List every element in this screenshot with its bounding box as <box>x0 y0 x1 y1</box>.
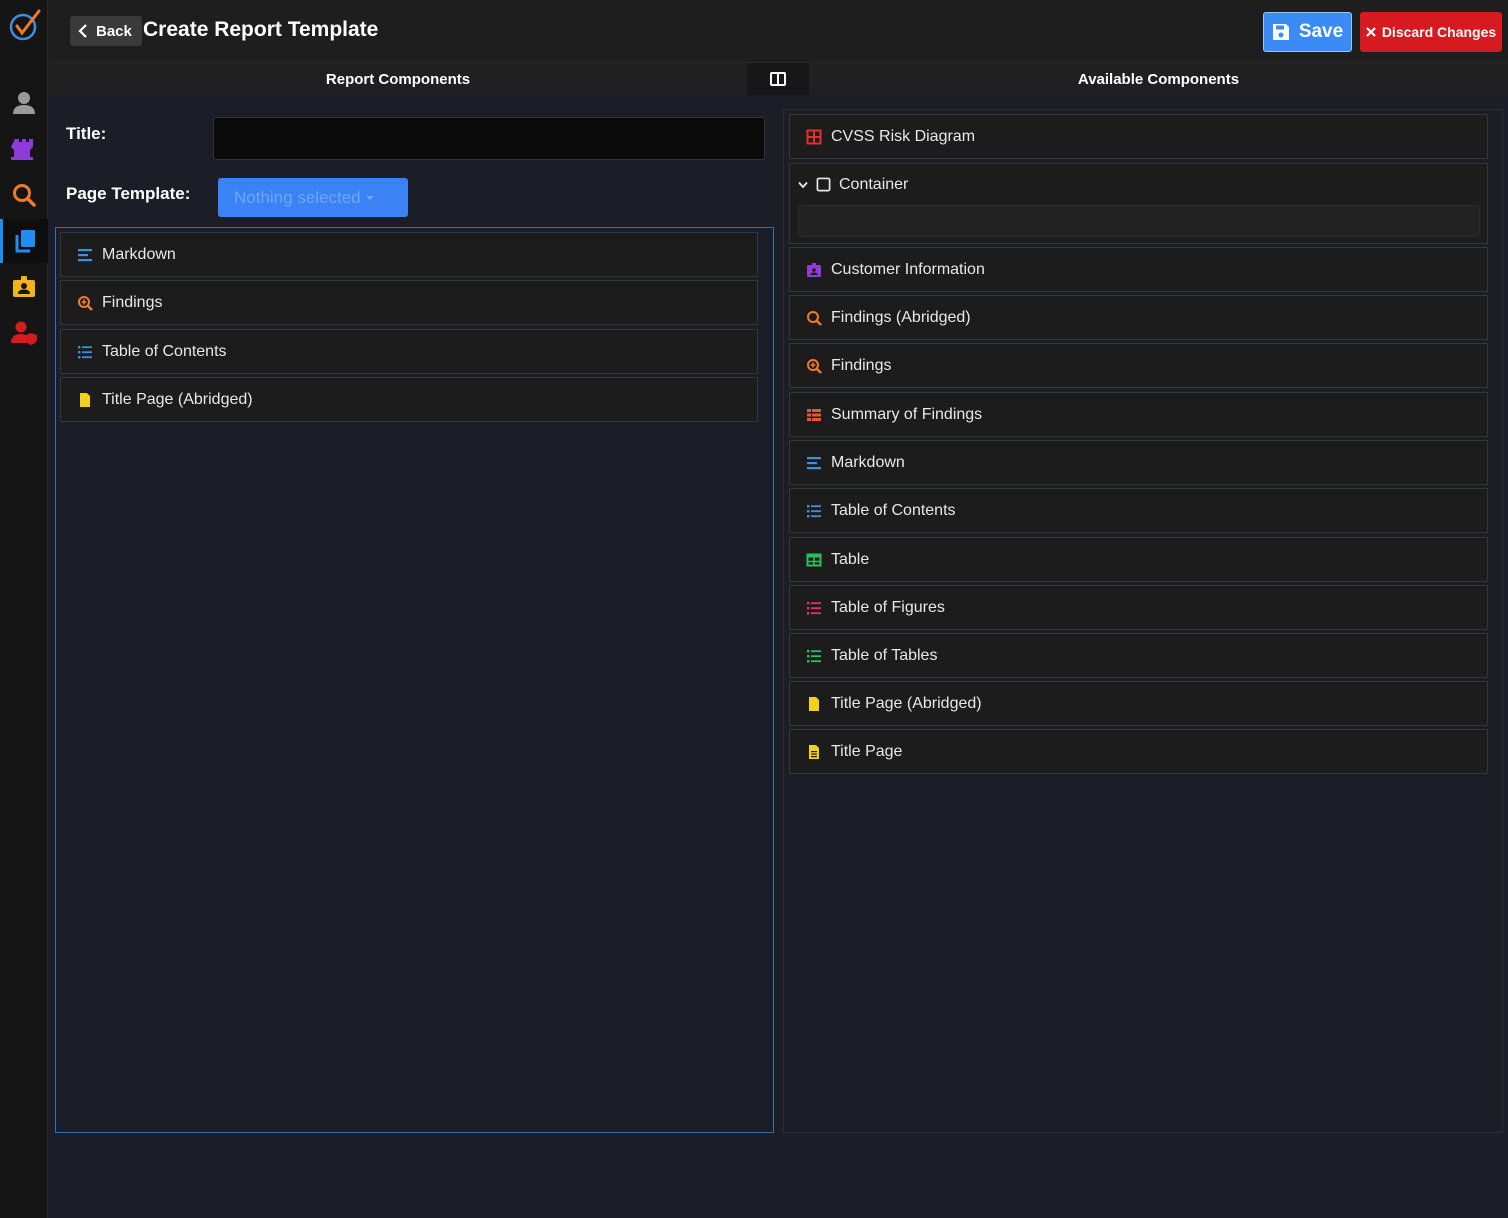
available-component-label: Table of Contents <box>831 501 956 519</box>
close-icon <box>1366 27 1376 37</box>
available-components-header: Available Components <box>809 63 1508 95</box>
sidebar <box>0 0 48 1218</box>
columns-icon <box>770 72 786 86</box>
discard-button-label: Discard Changes <box>1381 24 1497 40</box>
file-text-icon <box>805 743 823 761</box>
page-title: Create Report Template <box>143 18 379 41</box>
available-component-label: Title Page <box>831 742 903 760</box>
report-component-table-of-contents[interactable]: Table of Contents <box>60 329 758 374</box>
title-input[interactable] <box>213 117 765 160</box>
available-component-findings[interactable]: Findings <box>789 343 1488 388</box>
sidebar-item-reports[interactable] <box>0 219 48 263</box>
container-dropzone[interactable] <box>798 205 1480 237</box>
table-icon <box>805 551 823 569</box>
report-component-markdown[interactable]: Markdown <box>60 232 758 277</box>
page-template-label: Page Template: <box>66 184 191 203</box>
available-component-cvss-risk-diagram[interactable]: CVSS Risk Diagram <box>789 114 1488 159</box>
available-component-label: Findings (Abridged) <box>831 308 971 326</box>
container-label: Container <box>839 175 909 193</box>
search-plus-icon <box>805 357 823 375</box>
available-component-label: Markdown <box>831 453 905 471</box>
list-icon <box>76 343 94 361</box>
available-component-summary-of-findings[interactable]: Summary of Findings <box>789 392 1488 437</box>
report-component-title-page-abridged[interactable]: Title Page (Abridged) <box>60 377 758 422</box>
copy-icon <box>15 230 35 253</box>
chevron-down-icon <box>798 181 808 188</box>
available-component-title-page[interactable]: Title Page <box>789 729 1488 774</box>
search-plus-icon <box>76 294 94 312</box>
report-component-label: Title Page (Abridged) <box>102 390 253 408</box>
align-left-icon <box>805 454 823 472</box>
available-component-label: Table <box>831 550 870 568</box>
id-badge-icon <box>13 276 35 297</box>
sidebar-item-users[interactable] <box>0 81 48 125</box>
list-icon <box>805 599 823 617</box>
align-left-icon <box>76 246 94 264</box>
search-icon <box>13 184 36 207</box>
app-logo-icon[interactable] <box>8 8 42 42</box>
sidebar-item-customers[interactable] <box>0 265 48 309</box>
square-icon <box>816 177 831 192</box>
save-button-label: Save <box>1298 21 1344 42</box>
split-view-toggle[interactable] <box>747 63 809 95</box>
sidebar-item-engagements[interactable] <box>0 127 48 171</box>
report-component-label: Markdown <box>102 245 176 263</box>
table-list-icon <box>805 406 823 424</box>
available-component-label: Table of Figures <box>831 598 945 616</box>
floppy-disk-icon <box>1272 24 1289 40</box>
search-icon <box>805 309 823 327</box>
grid-icon <box>805 128 823 146</box>
available-component-label: Title Page (Abridged) <box>831 694 982 712</box>
available-component-customer-information[interactable]: Customer Information <box>789 247 1488 292</box>
sidebar-item-search[interactable] <box>0 173 48 217</box>
user-shield-icon <box>11 321 37 345</box>
available-component-table-of-tables[interactable]: Table of Tables <box>789 633 1488 678</box>
report-component-label: Findings <box>102 293 163 311</box>
available-component-label: Summary of Findings <box>831 405 983 423</box>
caret-down-icon <box>365 195 374 200</box>
top-bar: Back Create Report Template Save Discard… <box>48 0 1508 63</box>
available-component-table[interactable]: Table <box>789 537 1488 582</box>
container-header[interactable]: Container <box>790 164 908 205</box>
available-component-label: Customer Information <box>831 260 985 278</box>
title-label: Title: <box>66 124 107 143</box>
available-component-table-of-contents[interactable]: Table of Contents <box>789 488 1488 533</box>
file-icon <box>76 391 94 409</box>
back-button-label: Back <box>96 22 132 40</box>
page-template-select[interactable]: Nothing selected <box>218 178 408 217</box>
available-component-label: Findings <box>831 356 892 374</box>
sidebar-item-admin[interactable] <box>0 311 48 355</box>
available-component-title-page-abridged[interactable]: Title Page (Abridged) <box>789 681 1488 726</box>
castle-icon <box>11 139 33 160</box>
chevron-left-icon <box>78 24 87 38</box>
back-button[interactable]: Back <box>70 16 142 46</box>
user-icon <box>13 92 35 114</box>
report-components-header: Report Components <box>49 63 747 95</box>
list-icon <box>805 502 823 520</box>
id-card-icon <box>805 261 823 279</box>
save-button[interactable]: Save <box>1263 12 1352 52</box>
report-component-findings[interactable]: Findings <box>60 280 758 325</box>
available-component-label: CVSS Risk Diagram <box>831 127 976 145</box>
file-icon <box>805 695 823 713</box>
available-component-findings-abridged[interactable]: Findings (Abridged) <box>789 295 1488 340</box>
available-component-markdown[interactable]: Markdown <box>789 440 1488 485</box>
available-component-container[interactable]: Container <box>789 163 1488 244</box>
report-component-label: Table of Contents <box>102 342 227 360</box>
list-icon <box>805 647 823 665</box>
available-component-label: Table of Tables <box>831 646 938 664</box>
available-component-table-of-figures[interactable]: Table of Figures <box>789 585 1488 630</box>
page-template-value: Nothing selected <box>234 187 361 207</box>
discard-changes-button[interactable]: Discard Changes <box>1360 12 1502 52</box>
